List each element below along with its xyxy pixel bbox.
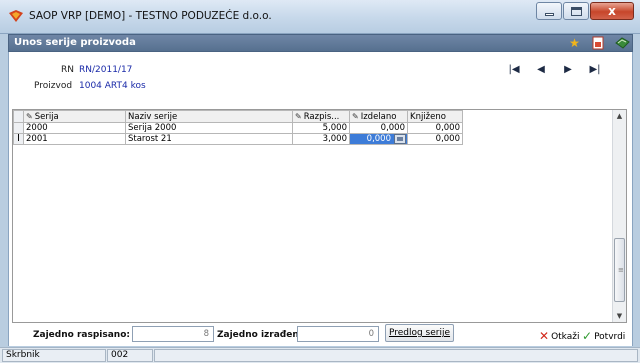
cancel-icon: ✕ (539, 329, 550, 343)
grip-icon: ≡ (618, 266, 624, 274)
maximize-button[interactable] (563, 2, 589, 20)
scrollbar-thumb[interactable]: ≡ (614, 238, 625, 302)
total-made-label: Zajedno izrađeno: (217, 330, 309, 340)
cell-izdelano[interactable]: 0,000 (349, 122, 408, 134)
series-grid: ✎ Serija Naziv serije ✎ Razpis... ✎ Izdelan… (12, 109, 627, 323)
product-label: Proizvod (34, 81, 73, 91)
column-header-knjizeno[interactable]: Knjiženo (407, 110, 463, 123)
next-record-icon[interactable]: ▶ (559, 64, 577, 76)
window-titlebar: SAOP VRP [DEMO] - TESTNO PODUZEĆE d.o.o.… (0, 0, 640, 34)
check-icon: ✓ (582, 329, 593, 343)
confirm-button[interactable]: ✓ Potvrdi (582, 329, 625, 343)
minimize-button[interactable] (536, 2, 562, 20)
product-value: 1004 ART4 kos (79, 81, 146, 91)
cell-knjizeno[interactable]: 0,000 (407, 122, 463, 134)
cell-naziv[interactable]: Serija 2000 (125, 122, 293, 134)
form-header: Unos serije proizvoda ★ (8, 34, 633, 52)
pencil-icon: ✎ (26, 111, 33, 121)
pencil-icon: ✎ (352, 111, 359, 121)
total-made-field[interactable]: 0 (297, 326, 379, 342)
cell-razpis[interactable]: 3,000 (292, 133, 350, 145)
table-row[interactable]: 2000 Serija 2000 5,000 0,000 0,000 (13, 122, 463, 134)
window-title: SAOP VRP [DEMO] - TESTNO PODUZEĆE d.o.o. (29, 10, 272, 22)
app-logo-icon (9, 10, 23, 22)
column-header-serija[interactable]: ✎ Serija (23, 110, 126, 123)
book-icon[interactable] (615, 36, 630, 51)
cell-serija[interactable]: 2001 (23, 133, 126, 145)
row-edit-cursor-icon: I (13, 133, 24, 145)
close-icon: x (608, 4, 616, 18)
form-title: Unos serije proizvoda (14, 37, 136, 48)
row-indicator-header (13, 110, 24, 123)
maximize-icon (571, 7, 582, 16)
scroll-up-icon[interactable]: ▲ (613, 110, 626, 122)
rn-value: RN/2011/17 (79, 65, 133, 75)
first-record-icon[interactable]: |◀ (505, 64, 523, 76)
last-record-icon[interactable]: ▶| (586, 64, 604, 76)
cell-knjizeno[interactable]: 0,000 (407, 133, 463, 145)
suggest-series-button[interactable]: Predlog serije (385, 324, 454, 342)
scroll-down-icon[interactable]: ▼ (613, 310, 626, 322)
main-panel: RN RN/2011/17 Proizvod 1004 ART4 kos |◀ … (8, 52, 633, 346)
total-planned-label: Zajedno raspisano: (33, 330, 130, 340)
cell-serija[interactable]: 2000 (23, 122, 126, 134)
vertical-scrollbar[interactable]: ▲ ≡ ▼ (612, 110, 626, 322)
cell-razpis[interactable]: 5,000 (292, 122, 350, 134)
cell-izdelano-active[interactable]: 0,000 (349, 133, 408, 145)
document-icon[interactable] (591, 36, 606, 51)
column-header-naziv[interactable]: Naziv serije (125, 110, 293, 123)
star-icon[interactable]: ★ (567, 36, 582, 51)
rn-label: RN (61, 65, 74, 75)
status-code: 002 (107, 349, 153, 362)
cell-naziv[interactable]: Starost 21 (125, 133, 293, 145)
pencil-icon: ✎ (295, 111, 302, 121)
calculator-icon[interactable] (394, 134, 406, 144)
total-planned-field[interactable]: 8 (132, 326, 214, 342)
row-indicator (13, 122, 24, 134)
table-row[interactable]: I 2001 Starost 21 3,000 0,000 0,000 (13, 133, 463, 145)
previous-record-icon[interactable]: ◀ (532, 64, 550, 76)
cancel-button[interactable]: ✕ Otkaži (539, 329, 579, 343)
column-header-razpis[interactable]: ✎ Razpis... (292, 110, 350, 123)
status-bar: Skrbnik 002 (0, 347, 640, 363)
close-button[interactable]: x (590, 2, 634, 20)
minimize-icon (545, 13, 554, 16)
status-empty (154, 349, 638, 362)
column-header-izdelano[interactable]: ✎ Izdelano (349, 110, 408, 123)
status-user: Skrbnik (2, 349, 106, 362)
